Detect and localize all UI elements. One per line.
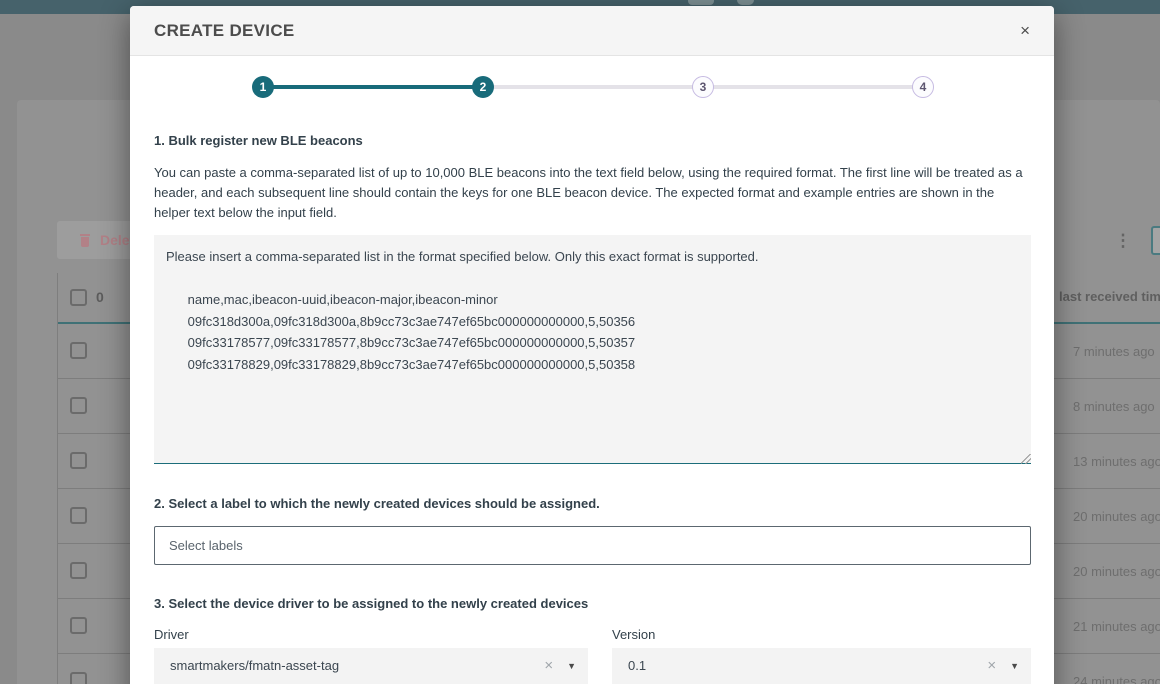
select-all-checkbox[interactable] (70, 289, 87, 306)
navbar-clipped-icon (688, 0, 714, 5)
search-input[interactable]: Search (1151, 226, 1160, 255)
row-checkbox[interactable] (70, 672, 87, 684)
row-checkbox[interactable] (70, 342, 87, 359)
stepper-connector-1-2 (263, 85, 483, 89)
kebab-icon: ⋮ (1115, 231, 1132, 251)
version-label: Version (612, 627, 655, 642)
stepper-step-1[interactable]: 1 (252, 76, 274, 98)
section1-heading: 1. Bulk register new BLE beacons (154, 133, 363, 148)
chevron-down-icon[interactable]: ▼ (1006, 661, 1019, 671)
last-received-cell: 24 minutes ago (1073, 674, 1160, 684)
driver-label: Driver (154, 627, 189, 642)
row-checkbox[interactable] (70, 617, 87, 634)
stepper-step-3[interactable]: 3 (692, 76, 714, 98)
last-received-cell: 13 minutes ago (1073, 454, 1160, 469)
last-received-cell: 21 minutes ago (1073, 619, 1160, 634)
stepper-connector-2-3 (483, 85, 703, 89)
trash-icon (79, 234, 91, 247)
driver-select-value: smartmakers/fmatn-asset-tag (170, 658, 534, 673)
last-received-cell: 7 minutes ago (1073, 344, 1155, 359)
section1-description: You can paste a comma-separated list of … (154, 163, 1031, 223)
clear-icon[interactable]: × (534, 657, 563, 674)
screen: Delete devices ⋮ Search 0 last received … (0, 0, 1160, 684)
kebab-menu-button[interactable]: ⋮ (1109, 227, 1137, 255)
bulk-register-textarea[interactable]: Please insert a comma-separated list in … (154, 235, 1031, 464)
last-received-cell: 8 minutes ago (1073, 399, 1155, 414)
modal-title: CREATE DEVICE (154, 21, 295, 41)
row-checkbox[interactable] (70, 397, 87, 414)
close-icon[interactable]: × (1020, 22, 1030, 39)
navbar-clipped-icon (737, 0, 754, 5)
stepper-step-2[interactable]: 2 (472, 76, 494, 98)
stepper-connector-3-4 (703, 85, 923, 89)
version-select[interactable]: 0.1 × ▼ (612, 648, 1031, 684)
last-received-cell: 20 minutes ago (1073, 564, 1160, 579)
row-checkbox[interactable] (70, 507, 87, 524)
section3-heading: 3. Select the device driver to be assign… (154, 596, 588, 611)
stepper-step-4[interactable]: 4 (912, 76, 934, 98)
create-device-modal: CREATE DEVICE × 1 2 3 4 1. Bulk register… (130, 6, 1054, 684)
chevron-down-icon[interactable]: ▼ (563, 661, 576, 671)
section2-heading: 2. Select a label to which the newly cre… (154, 496, 600, 511)
row-checkbox[interactable] (70, 562, 87, 579)
modal-header: CREATE DEVICE × (130, 6, 1054, 56)
select-labels-input[interactable] (154, 526, 1031, 565)
version-select-value: 0.1 (628, 658, 977, 673)
selected-count: 0 (96, 289, 104, 305)
row-checkbox[interactable] (70, 452, 87, 469)
column-header-last-received[interactable]: last received time (1059, 289, 1160, 304)
last-received-cell: 20 minutes ago (1073, 509, 1160, 524)
driver-select[interactable]: smartmakers/fmatn-asset-tag × ▼ (154, 648, 588, 684)
clear-icon[interactable]: × (977, 657, 1006, 674)
